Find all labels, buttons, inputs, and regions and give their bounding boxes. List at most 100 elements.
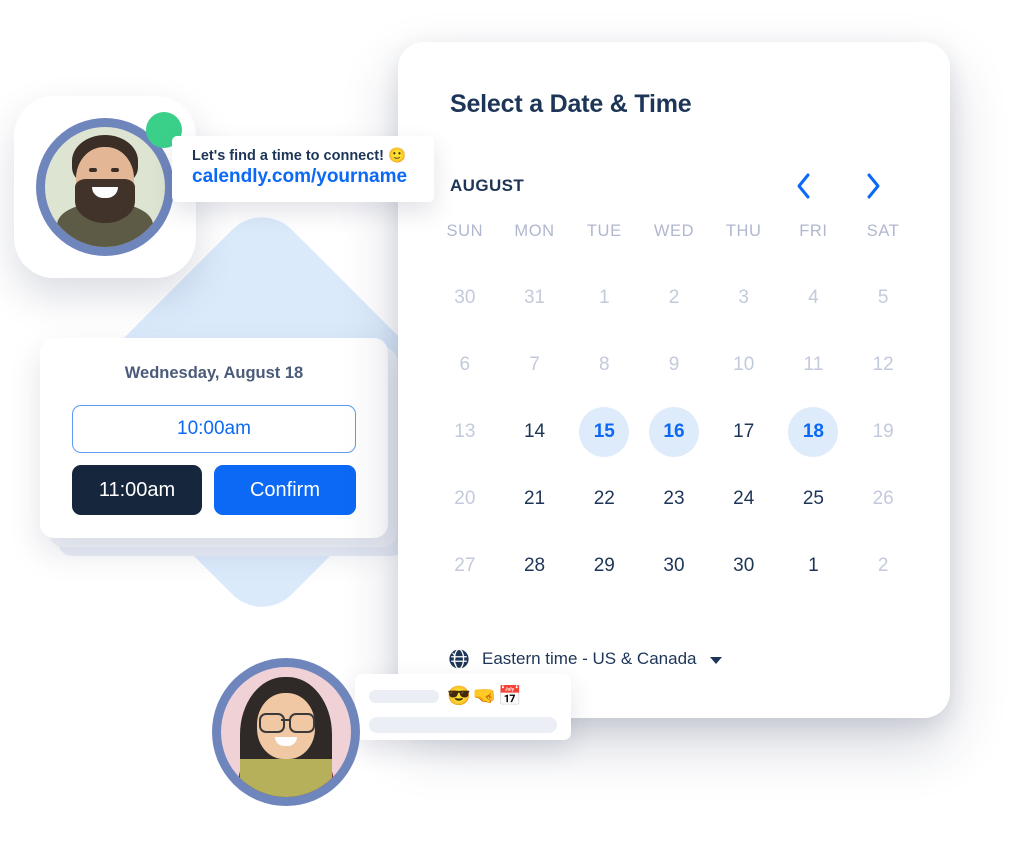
calendar-day: 13: [430, 398, 500, 465]
calendar-day: 4: [779, 264, 849, 331]
prev-month-button[interactable]: [788, 170, 818, 202]
calendar-day-label: 28: [523, 554, 546, 576]
avatar-glasses-left: [259, 713, 285, 733]
calendar-day-label: 26: [872, 487, 894, 509]
calendar-day-label: 6: [459, 353, 471, 375]
month-navigation-row: AUGUST: [450, 172, 910, 206]
calendar-day-label: 11: [803, 353, 824, 375]
time-slot-card: Wednesday, August 18 10:00am 11:00am Con…: [40, 338, 388, 538]
calendar-day-label: 8: [598, 353, 610, 375]
calendar-day[interactable]: 24: [709, 465, 779, 532]
chevron-down-icon: [710, 656, 723, 664]
calendar-day: 26: [848, 465, 918, 532]
calendar-day[interactable]: 30: [639, 532, 709, 599]
calendar-day: 8: [569, 331, 639, 398]
calendar-day-label: 19: [872, 420, 894, 442]
calendar-day[interactable]: 21: [500, 465, 570, 532]
chevron-left-icon: [797, 173, 809, 199]
calendar-day: 10: [709, 331, 779, 398]
calendar-day-label: 13: [454, 420, 476, 442]
calendar-day-label: 12: [872, 353, 894, 375]
next-month-button[interactable]: [858, 170, 888, 202]
calendar-day-label: 10: [733, 353, 755, 375]
calendar-day: 19: [848, 398, 918, 465]
calendar-day-label: 4: [808, 286, 819, 308]
slot-actions-row: 11:00am Confirm: [72, 465, 356, 515]
calendar-day: 3: [709, 264, 779, 331]
calendar-day-label: 29: [593, 554, 615, 576]
avatar-card-top: [14, 96, 196, 278]
calendar-day[interactable]: 25: [779, 465, 849, 532]
calendar-day-label: 27: [454, 554, 476, 576]
month-label: AUGUST: [450, 176, 525, 195]
calendar-day: 7: [500, 331, 570, 398]
calendar-day-label: 7: [529, 353, 540, 375]
link-card-message: Let's find a time to connect! 🙂: [192, 148, 407, 164]
calendar-card: Select a Date & Time AUGUST SUN MON TUE WED…: [398, 42, 950, 718]
calendar-day[interactable]: 22: [569, 465, 639, 532]
page-title: Select a Date & Time: [450, 90, 692, 118]
avatar-glasses-right: [289, 713, 315, 733]
calendar-day: 20: [430, 465, 500, 532]
calendar-day[interactable]: 17: [709, 398, 779, 465]
calendar-day-label: 22: [593, 487, 615, 509]
slot-date-label: Wednesday, August 18: [124, 364, 304, 382]
avatar-eye-left: [89, 168, 97, 172]
emoji-glyphs: 😎🤜📅: [447, 686, 524, 707]
calendar-day-label: 15: [579, 406, 630, 457]
calendar-day-label: 21: [523, 487, 546, 509]
calendar-day-available[interactable]: 18: [779, 398, 849, 465]
calendar-day[interactable]: 23: [639, 465, 709, 532]
calendar-day: 27: [430, 532, 500, 599]
calendar-day-label: 24: [733, 487, 755, 509]
calendar-day: 1: [569, 264, 639, 331]
weekday-header: TUE: [586, 222, 622, 240]
calendar-days-grid: 30 31 1 2 3 4 5 6 7 8 9 10 11 12 13 14 15 16 17 18 19 20 21 22 2…: [430, 264, 918, 599]
calendar-day[interactable]: 28: [500, 532, 570, 599]
calendar-day[interactable]: 14: [500, 398, 570, 465]
calendar-day-label: 20: [454, 487, 476, 509]
calendar-day: 30: [430, 264, 500, 331]
calendar-day-label: 30: [733, 554, 755, 576]
placeholder-bar-long: [369, 717, 557, 733]
weekday-header: SAT: [866, 222, 900, 240]
calendar-day-label: 2: [668, 286, 680, 308]
calendly-link[interactable]: calendly.com/yourname: [192, 166, 434, 188]
calendar-day-label: 30: [454, 286, 476, 308]
calendar-day-label: 30: [663, 554, 685, 576]
calendar-day-available[interactable]: 15: [569, 398, 639, 465]
weekday-header-row: SUN MON TUE WED THU FRI SAT: [430, 222, 918, 241]
calendar-day-label: 31: [523, 286, 546, 308]
avatar-bottom: [212, 658, 360, 806]
calendar-day-label: 1: [598, 286, 610, 308]
calendar-day-label: 5: [877, 286, 889, 308]
calendar-day: 2: [848, 532, 918, 599]
avatar-eye-right: [111, 168, 119, 172]
calendar-day: 11: [779, 331, 849, 398]
weekday-header: MON: [514, 222, 555, 240]
calendar-day[interactable]: 1: [779, 532, 849, 599]
weekday-header: FRI: [799, 222, 828, 240]
calendar-day-label: 2: [877, 554, 889, 576]
calendar-day-label: 9: [668, 353, 680, 375]
avatar-hair-tips: [240, 759, 332, 797]
placeholder-bar-short: [369, 690, 439, 703]
weekday-header: SUN: [446, 222, 484, 240]
calendar-day-label: 16: [648, 406, 699, 457]
calendar-day-label: 25: [802, 487, 824, 509]
emoji-card-row-top: 😎🤜📅: [369, 687, 557, 706]
timezone-label: Eastern time - US & Canada: [482, 649, 697, 668]
calendar-day-label: 3: [738, 286, 749, 308]
time-option-alternate[interactable]: 11:00am: [72, 465, 202, 515]
time-option-selected[interactable]: 10:00am: [72, 405, 356, 453]
calendar-day: 31: [500, 264, 570, 331]
calendar-day[interactable]: 30: [709, 532, 779, 599]
calendar-day-label: 18: [788, 406, 839, 457]
calendar-day-label: 23: [663, 487, 685, 509]
calendar-day: 12: [848, 331, 918, 398]
confirm-button[interactable]: Confirm: [214, 465, 356, 515]
timezone-selector[interactable]: Eastern time - US & Canada: [448, 648, 723, 670]
calendar-day-available[interactable]: 16: [639, 398, 709, 465]
chevron-right-icon: [867, 173, 879, 199]
calendar-day[interactable]: 29: [569, 532, 639, 599]
